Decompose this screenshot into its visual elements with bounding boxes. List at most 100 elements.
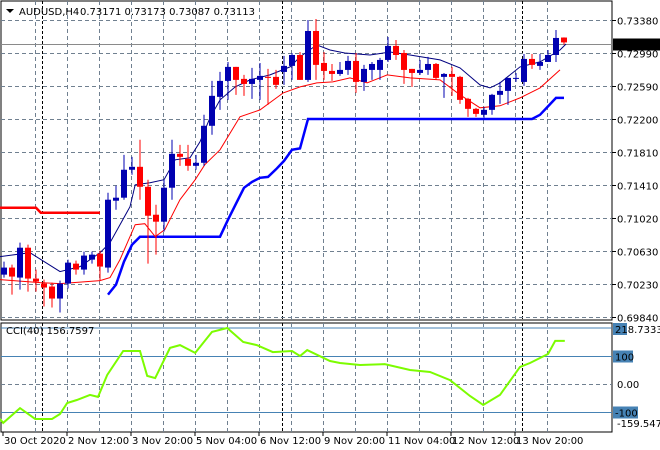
candle-body: [545, 54, 551, 62]
candle-body: [281, 65, 287, 72]
candle-body: [153, 214, 159, 222]
y-axis-label: 0.72590: [617, 83, 658, 94]
candle-body: [433, 63, 439, 78]
candle-body: [457, 76, 463, 100]
candle-body: [529, 58, 535, 65]
x-axis-label: 2 Nov 12:00: [68, 436, 129, 447]
candle-body: [273, 76, 279, 85]
candle-body: [65, 262, 71, 284]
candle-body: [473, 108, 479, 114]
x-axis-label: 13 Nov 20:00: [516, 436, 583, 447]
cci-panel: [0, 322, 613, 433]
candle-body: [401, 52, 407, 70]
cci-zero-label: 0.00: [617, 380, 639, 391]
candle-body: [137, 166, 143, 187]
candle-body: [489, 94, 495, 110]
candle-body: [497, 90, 503, 95]
candle-body: [57, 283, 63, 299]
candle-body: [449, 73, 455, 77]
candle-body: [521, 58, 527, 82]
cci-min-label: -159.5471: [617, 419, 660, 430]
x-axis-label: 3 Nov 20:00: [132, 436, 193, 447]
candle-body: [41, 283, 47, 288]
x-axis-label: 6 Nov 12:00: [260, 436, 321, 447]
candle-body: [17, 247, 23, 278]
candle-body: [337, 69, 343, 74]
candle-body: [161, 187, 167, 222]
candle-body: [145, 186, 151, 216]
y-axis-label: 0.70230: [617, 281, 658, 292]
candle-body: [321, 62, 327, 71]
candle-body: [265, 76, 271, 78]
candle-body: [81, 255, 87, 270]
current-price-label: 0.73113: [616, 41, 657, 52]
candle-body: [417, 69, 423, 73]
candle-body: [393, 45, 399, 55]
candle-body: [465, 98, 471, 109]
candle-body: [377, 59, 383, 70]
candle-body: [481, 109, 487, 115]
candle-body: [201, 125, 207, 163]
x-axis-label: 11 Nov 04:00: [388, 436, 455, 447]
cci-level-label: 100: [615, 353, 634, 364]
candle-body: [537, 61, 543, 66]
candle-body: [369, 63, 375, 70]
y-axis-label: 0.70630: [617, 248, 658, 259]
candle-body: [185, 158, 191, 166]
candle-body: [345, 60, 351, 70]
y-axis-label: 0.71410: [617, 182, 658, 193]
candle[interactable]: [433, 62, 439, 80]
candle-body: [385, 45, 391, 60]
candle-body: [505, 77, 511, 91]
candle-body: [305, 30, 311, 80]
candle[interactable]: [105, 192, 111, 273]
candle-body: [249, 78, 255, 84]
cci-max-label: 218.7333: [615, 325, 660, 336]
y-axis-label: 0.73380: [617, 17, 658, 28]
y-axis-label: 0.72200: [617, 116, 658, 127]
candle[interactable]: [457, 75, 463, 104]
candle-body: [9, 267, 15, 277]
x-axis-label: 12 Nov 12:00: [452, 436, 519, 447]
candle-body: [193, 162, 199, 166]
candle-body: [409, 68, 415, 73]
candle-body: [129, 166, 135, 170]
candle-body: [105, 199, 111, 268]
candle[interactable]: [297, 51, 303, 80]
trading-chart[interactable]: 0.733800.729900.725900.722000.718100.714…: [0, 0, 660, 450]
x-axis-label: 5 Nov 04:00: [196, 436, 257, 447]
candle-body: [113, 197, 119, 201]
y-axis-label: 0.71810: [617, 149, 658, 160]
candle-body: [353, 60, 359, 82]
candle-body: [289, 54, 295, 66]
candle-body: [441, 73, 447, 77]
candle-body: [169, 153, 175, 188]
candle-body: [297, 54, 303, 80]
candle-body: [513, 77, 519, 79]
candle-body: [561, 37, 567, 43]
x-axis-label: 9 Nov 20:00: [324, 436, 385, 447]
candle-body: [209, 95, 215, 126]
candle-body: [89, 254, 95, 260]
cci-level-label: -100: [615, 409, 638, 420]
candle-body: [233, 66, 239, 80]
y-axis-label: 0.71020: [617, 215, 658, 226]
candle-body: [121, 169, 127, 198]
symbol-label: AUDUSD,H4: [19, 7, 79, 18]
candle-body: [33, 278, 39, 282]
cci-title: CCI(40) 156.7597: [6, 326, 94, 337]
candle-body: [553, 37, 559, 55]
candle-body: [257, 75, 263, 80]
candle-body: [329, 70, 335, 74]
candle-body: [97, 253, 103, 267]
candle-body: [313, 30, 319, 65]
candle-body: [425, 63, 431, 70]
x-axis-label: 30 Oct 2020: [4, 436, 66, 447]
candle-body: [217, 80, 223, 97]
candle-body: [241, 78, 247, 84]
y-axis-label: 0.69840: [617, 314, 658, 325]
candle-body: [1, 267, 7, 275]
candle-body: [25, 247, 31, 279]
candle-body: [49, 286, 55, 299]
candle-body: [225, 66, 231, 81]
